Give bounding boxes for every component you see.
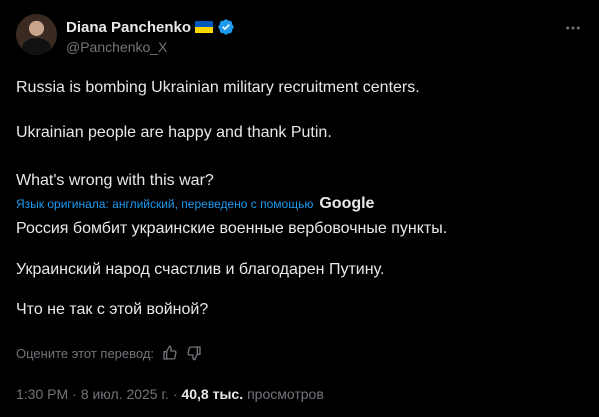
- original-paragraph-1: Russia is bombing Ukrainian military rec…: [16, 79, 420, 96]
- translated-paragraph-2: Украинский народ счастлив и благодарен П…: [16, 261, 385, 278]
- rate-translation-label: Оцените этот перевод:: [16, 345, 155, 361]
- translation-note[interactable]: Язык оригинала: английский, переведено с…: [16, 195, 374, 213]
- views-count[interactable]: 40,8 тыс.: [181, 386, 243, 402]
- views-label: просмотров: [247, 386, 324, 402]
- thumbs-up-icon[interactable]: [162, 345, 178, 361]
- tweet-meta: 1:30 PM · 8 июл. 2025 г. · 40,8 тыс. про…: [16, 386, 324, 402]
- rate-translation: Оцените этот перевод:: [16, 345, 202, 361]
- tweet-header: Diana Panchenko @Panchenko_X: [16, 14, 583, 60]
- verified-badge-icon[interactable]: [217, 18, 235, 36]
- meta-separator: ·: [72, 386, 77, 402]
- original-paragraph-3: What's wrong with this war?: [16, 172, 214, 189]
- google-logo: Google: [319, 195, 375, 212]
- author-name-row: Diana Panchenko: [66, 18, 235, 36]
- translated-paragraph-1: Россия бомбит украинские военные вербово…: [16, 220, 448, 237]
- thumbs-down-icon[interactable]: [186, 345, 202, 361]
- original-paragraph-2: Ukrainian people are happy and thank Put…: [16, 124, 332, 141]
- more-icon[interactable]: [563, 18, 583, 38]
- tweet-date[interactable]: 8 июл. 2025 г.: [81, 386, 169, 402]
- author-handle[interactable]: @Panchenko_X: [66, 39, 167, 55]
- translated-paragraph-3: Что не так с этой войной?: [16, 301, 209, 318]
- translation-note-text[interactable]: Язык оригинала: английский, переведено с…: [16, 197, 313, 211]
- avatar[interactable]: [16, 14, 57, 55]
- author-name[interactable]: Diana Panchenko: [66, 19, 191, 36]
- tweet-time[interactable]: 1:30 PM: [16, 386, 68, 402]
- meta-separator: ·: [172, 386, 178, 402]
- flag-ukraine-icon: [195, 21, 214, 33]
